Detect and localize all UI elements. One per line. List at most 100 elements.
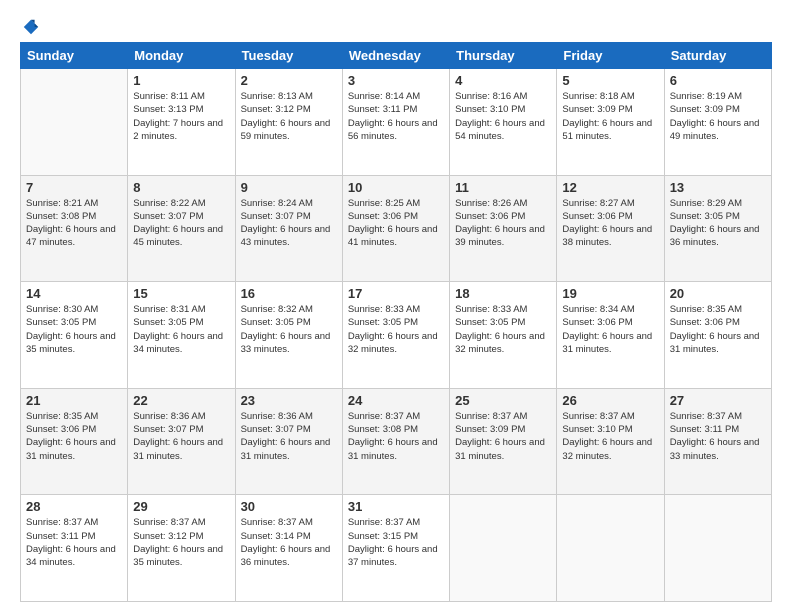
weekday-header-thursday: Thursday — [450, 43, 557, 69]
day-number: 7 — [26, 180, 122, 195]
calendar-cell: 22 Sunrise: 8:36 AM Sunset: 3:07 PM Dayli… — [128, 388, 235, 495]
day-info: Sunrise: 8:37 AM Sunset: 3:10 PM Dayligh… — [562, 410, 658, 463]
page: SundayMondayTuesdayWednesdayThursdayFrid… — [0, 0, 792, 612]
day-info: Sunrise: 8:14 AM Sunset: 3:11 PM Dayligh… — [348, 90, 444, 143]
calendar-cell: 5Sunrise: 8:18 AM Sunset: 3:09 PM Daylig… — [557, 69, 664, 176]
day-info: Sunrise: 8:35 AM Sunset: 3:06 PM Dayligh… — [26, 410, 122, 463]
calendar-cell: 9 Sunrise: 8:24 AM Sunset: 3:07 PM Daylig… — [235, 175, 342, 282]
calendar-cell: 7Sunrise: 8:21 AM Sunset: 3:08 PM Daylig… — [21, 175, 128, 282]
calendar-header-row: SundayMondayTuesdayWednesdayThursdayFrid… — [21, 43, 772, 69]
day-info: Sunrise: 8:35 AM Sunset: 3:06 PM Dayligh… — [670, 303, 766, 356]
calendar-cell: 24 Sunrise: 8:37 AM Sunset: 3:08 PM Dayli… — [342, 388, 449, 495]
calendar-cell: 1 Sunrise: 8:11 AM Sunset: 3:13 PM Daylig… — [128, 69, 235, 176]
day-number: 12 — [562, 180, 658, 195]
calendar-cell: 16 Sunrise: 8:32 AM Sunset: 3:05 PM Dayli… — [235, 282, 342, 389]
day-number: 18 — [455, 286, 551, 301]
day-info: Sunrise: 8:19 AM Sunset: 3:09 PM Dayligh… — [670, 90, 766, 143]
day-number: 19 — [562, 286, 658, 301]
day-number: 24 — [348, 393, 444, 408]
weekday-header-friday: Friday — [557, 43, 664, 69]
day-info: Sunrise: 8:34 AM Sunset: 3:06 PM Dayligh… — [562, 303, 658, 356]
day-info: Sunrise: 8:24 AM Sunset: 3:07 PM Dayligh… — [241, 197, 337, 250]
calendar-week-4: 21Sunrise: 8:35 AM Sunset: 3:06 PM Dayli… — [21, 388, 772, 495]
day-info: Sunrise: 8:18 AM Sunset: 3:09 PM Dayligh… — [562, 90, 658, 143]
calendar-cell: 23 Sunrise: 8:36 AM Sunset: 3:07 PM Dayli… — [235, 388, 342, 495]
day-info: Sunrise: 8:33 AM Sunset: 3:05 PM Dayligh… — [348, 303, 444, 356]
day-info: Sunrise: 8:37 AM Sunset: 3:12 PM Dayligh… — [133, 516, 229, 569]
calendar-cell: 31 Sunrise: 8:37 AM Sunset: 3:15 PM Dayli… — [342, 495, 449, 602]
calendar: SundayMondayTuesdayWednesdayThursdayFrid… — [20, 42, 772, 602]
day-number: 4 — [455, 73, 551, 88]
day-info: Sunrise: 8:27 AM Sunset: 3:06 PM Dayligh… — [562, 197, 658, 250]
day-number: 27 — [670, 393, 766, 408]
day-info: Sunrise: 8:32 AM Sunset: 3:05 PM Dayligh… — [241, 303, 337, 356]
weekday-header-monday: Monday — [128, 43, 235, 69]
calendar-cell: 19 Sunrise: 8:34 AM Sunset: 3:06 PM Dayli… — [557, 282, 664, 389]
calendar-cell: 8 Sunrise: 8:22 AM Sunset: 3:07 PM Daylig… — [128, 175, 235, 282]
calendar-cell: 25Sunrise: 8:37 AM Sunset: 3:09 PM Dayli… — [450, 388, 557, 495]
calendar-cell: 12 Sunrise: 8:27 AM Sunset: 3:06 PM Dayli… — [557, 175, 664, 282]
day-info: Sunrise: 8:37 AM Sunset: 3:11 PM Dayligh… — [670, 410, 766, 463]
day-info: Sunrise: 8:37 AM Sunset: 3:15 PM Dayligh… — [348, 516, 444, 569]
calendar-cell: 29 Sunrise: 8:37 AM Sunset: 3:12 PM Dayli… — [128, 495, 235, 602]
calendar-cell: 18 Sunrise: 8:33 AM Sunset: 3:05 PM Dayli… — [450, 282, 557, 389]
calendar-week-2: 7Sunrise: 8:21 AM Sunset: 3:08 PM Daylig… — [21, 175, 772, 282]
day-info: Sunrise: 8:31 AM Sunset: 3:05 PM Dayligh… — [133, 303, 229, 356]
header — [20, 18, 772, 32]
day-number: 14 — [26, 286, 122, 301]
day-number: 30 — [241, 499, 337, 514]
day-info: Sunrise: 8:26 AM Sunset: 3:06 PM Dayligh… — [455, 197, 551, 250]
calendar-cell: 20 Sunrise: 8:35 AM Sunset: 3:06 PM Dayli… — [664, 282, 771, 389]
day-number: 1 — [133, 73, 229, 88]
day-info: Sunrise: 8:36 AM Sunset: 3:07 PM Dayligh… — [241, 410, 337, 463]
day-info: Sunrise: 8:33 AM Sunset: 3:05 PM Dayligh… — [455, 303, 551, 356]
day-number: 23 — [241, 393, 337, 408]
day-number: 3 — [348, 73, 444, 88]
day-info: Sunrise: 8:16 AM Sunset: 3:10 PM Dayligh… — [455, 90, 551, 143]
day-info: Sunrise: 8:37 AM Sunset: 3:14 PM Dayligh… — [241, 516, 337, 569]
calendar-cell: 10 Sunrise: 8:25 AM Sunset: 3:06 PM Dayli… — [342, 175, 449, 282]
day-number: 26 — [562, 393, 658, 408]
calendar-cell: 11 Sunrise: 8:26 AM Sunset: 3:06 PM Dayli… — [450, 175, 557, 282]
day-number: 28 — [26, 499, 122, 514]
weekday-header-sunday: Sunday — [21, 43, 128, 69]
calendar-cell — [557, 495, 664, 602]
day-info: Sunrise: 8:11 AM Sunset: 3:13 PM Dayligh… — [133, 90, 229, 143]
day-info: Sunrise: 8:37 AM Sunset: 3:08 PM Dayligh… — [348, 410, 444, 463]
day-number: 20 — [670, 286, 766, 301]
weekday-header-wednesday: Wednesday — [342, 43, 449, 69]
logo-icon — [22, 18, 40, 36]
day-number: 10 — [348, 180, 444, 195]
day-number: 8 — [133, 180, 229, 195]
calendar-cell: 21Sunrise: 8:35 AM Sunset: 3:06 PM Dayli… — [21, 388, 128, 495]
day-number: 25 — [455, 393, 551, 408]
day-info: Sunrise: 8:29 AM Sunset: 3:05 PM Dayligh… — [670, 197, 766, 250]
calendar-cell: 2 Sunrise: 8:13 AM Sunset: 3:12 PM Daylig… — [235, 69, 342, 176]
day-info: Sunrise: 8:30 AM Sunset: 3:05 PM Dayligh… — [26, 303, 122, 356]
day-number: 31 — [348, 499, 444, 514]
weekday-header-tuesday: Tuesday — [235, 43, 342, 69]
day-info: Sunrise: 8:36 AM Sunset: 3:07 PM Dayligh… — [133, 410, 229, 463]
calendar-cell: 13 Sunrise: 8:29 AM Sunset: 3:05 PM Dayli… — [664, 175, 771, 282]
calendar-cell — [450, 495, 557, 602]
weekday-header-saturday: Saturday — [664, 43, 771, 69]
day-number: 22 — [133, 393, 229, 408]
calendar-cell: 6Sunrise: 8:19 AM Sunset: 3:09 PM Daylig… — [664, 69, 771, 176]
day-number: 15 — [133, 286, 229, 301]
day-number: 16 — [241, 286, 337, 301]
calendar-cell: 14 Sunrise: 8:30 AM Sunset: 3:05 PM Dayli… — [21, 282, 128, 389]
day-number: 29 — [133, 499, 229, 514]
day-info: Sunrise: 8:25 AM Sunset: 3:06 PM Dayligh… — [348, 197, 444, 250]
calendar-cell — [21, 69, 128, 176]
day-info: Sunrise: 8:22 AM Sunset: 3:07 PM Dayligh… — [133, 197, 229, 250]
calendar-cell: 26 Sunrise: 8:37 AM Sunset: 3:10 PM Dayli… — [557, 388, 664, 495]
day-number: 2 — [241, 73, 337, 88]
day-number: 13 — [670, 180, 766, 195]
calendar-week-3: 14 Sunrise: 8:30 AM Sunset: 3:05 PM Dayli… — [21, 282, 772, 389]
calendar-cell: 28Sunrise: 8:37 AM Sunset: 3:11 PM Dayli… — [21, 495, 128, 602]
day-info: Sunrise: 8:13 AM Sunset: 3:12 PM Dayligh… — [241, 90, 337, 143]
day-number: 9 — [241, 180, 337, 195]
calendar-week-1: 1 Sunrise: 8:11 AM Sunset: 3:13 PM Daylig… — [21, 69, 772, 176]
calendar-cell: 4 Sunrise: 8:16 AM Sunset: 3:10 PM Daylig… — [450, 69, 557, 176]
day-number: 11 — [455, 180, 551, 195]
